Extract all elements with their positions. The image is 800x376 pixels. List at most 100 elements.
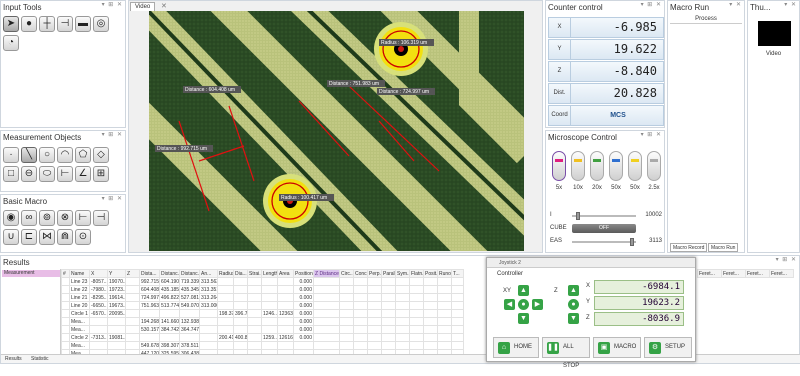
- macro-span-icon[interactable]: ⊢: [75, 210, 91, 226]
- table-row[interactable]: Mea... 194.268 141.660 132.938 0.000: [61, 317, 464, 326]
- arrow-left-button[interactable]: ◀: [504, 299, 515, 310]
- column-header[interactable]: Feret...: [697, 269, 722, 278]
- sidebar-item-measurement[interactable]: Measurement: [2, 270, 60, 277]
- setup-button[interactable]: ⚙ SETUP: [644, 337, 692, 358]
- z-down-button[interactable]: ▼: [568, 313, 579, 324]
- column-header[interactable]: Position: [293, 269, 314, 278]
- minus-icon[interactable]: ▬: [75, 16, 91, 32]
- tab-video[interactable]: Video: [130, 2, 156, 11]
- rectangle-icon[interactable]: □: [3, 166, 19, 182]
- column-header[interactable]: Z: [125, 269, 140, 278]
- column-header[interactable]: Area: [277, 269, 294, 278]
- cross-box-icon[interactable]: ⊞: [93, 166, 109, 182]
- column-header[interactable]: Strai...: [247, 269, 262, 278]
- focus-target-icon[interactable]: ◎: [93, 16, 109, 32]
- distance-h-icon[interactable]: ⊢: [57, 166, 73, 182]
- close-icon[interactable]: ✕: [161, 2, 167, 10]
- column-header[interactable]: Radius: [217, 269, 234, 278]
- select-cursor-icon[interactable]: ➤: [3, 16, 19, 32]
- macro-u-icon[interactable]: ∪: [3, 229, 19, 245]
- table-row[interactable]: Line 22 -7980... 19723... 604.408 435.185 435…: [61, 285, 464, 294]
- panel-controls[interactable]: ▾ ⊞ ✕: [641, 1, 662, 8]
- cube-off-button[interactable]: OFF: [572, 224, 636, 233]
- column-header[interactable]: Conc...: [353, 269, 368, 278]
- microscope-video-feed[interactable]: Radius : 106.319 um Radius : 100.417 um …: [149, 11, 524, 251]
- lens-50x-b[interactable]: [628, 151, 642, 181]
- tab-macro-run[interactable]: Macro Run: [708, 243, 739, 252]
- column-header[interactable]: Flatn...: [409, 269, 424, 278]
- macro-circle-icon[interactable]: ◉: [3, 210, 19, 226]
- ellipse-icon[interactable]: ⬭: [39, 166, 55, 182]
- z-center-button[interactable]: ●: [568, 299, 579, 310]
- panel-controls[interactable]: ▾ ⊞ ✕: [776, 256, 797, 263]
- z-up-button[interactable]: ▲: [568, 285, 579, 296]
- table-row[interactable]: Mea... 530.157 384.742 364.747 0.000: [61, 325, 464, 334]
- macro-merge-icon[interactable]: ⋈: [39, 229, 55, 245]
- arrow-down-button[interactable]: ▼: [518, 313, 529, 324]
- table-row[interactable]: Circle 1-6570...20095... 198.379396.758 12…: [61, 309, 464, 318]
- macro-chain-icon[interactable]: ⊗: [57, 210, 73, 226]
- column-header[interactable]: Feret...: [769, 269, 794, 278]
- macro-join-icon[interactable]: ⋒: [57, 229, 73, 245]
- edge-line-icon[interactable]: ⊣: [57, 16, 73, 32]
- macro-link-icon[interactable]: ∞: [21, 210, 37, 226]
- slider-thumb[interactable]: [576, 212, 580, 220]
- tab-statistic[interactable]: Statistic: [29, 355, 51, 364]
- column-header[interactable]: Name: [69, 269, 90, 278]
- column-header[interactable]: Sym...: [395, 269, 410, 278]
- column-header[interactable]: Distanc...: [179, 269, 200, 278]
- column-header[interactable]: X: [89, 269, 108, 278]
- xy-center-button[interactable]: ●: [518, 299, 529, 310]
- lens-20x[interactable]: [590, 151, 604, 181]
- tab-macro-record[interactable]: Macro Record: [670, 243, 708, 252]
- eas-slider[interactable]: [572, 238, 636, 246]
- macro-ring-icon[interactable]: ⊚: [39, 210, 55, 226]
- table-row[interactable]: Circle 2-7313...19081.... 200.412400.825 1…: [61, 333, 464, 342]
- arrow-up-button[interactable]: ▲: [518, 285, 529, 296]
- gauge-icon[interactable]: ◔: [3, 35, 19, 51]
- table-row[interactable]: Line 21 -8295... 19614... 724.997 496.822 527…: [61, 293, 464, 302]
- column-header[interactable]: Feret...: [745, 269, 770, 278]
- slot-icon[interactable]: ⊖: [21, 166, 37, 182]
- macro-bracket-icon[interactable]: ⊏: [21, 229, 37, 245]
- snap-point-icon[interactable]: ●: [21, 16, 37, 32]
- tab-results[interactable]: Results: [3, 355, 24, 364]
- results-table[interactable]: #NameXYZDista...Distanc...Distanc...An..…: [61, 269, 464, 358]
- all-stop-button[interactable]: ❚❚ ALL STOP: [542, 337, 590, 369]
- panel-controls[interactable]: ▾ ✕: [784, 1, 797, 8]
- coord-system-value[interactable]: MCS: [573, 106, 663, 125]
- column-header[interactable]: Feret...: [721, 269, 746, 278]
- video-thumbnail[interactable]: [758, 21, 791, 46]
- lens-50x-a[interactable]: [609, 151, 623, 181]
- column-header[interactable]: Posit...: [423, 269, 438, 278]
- column-header[interactable]: Distanc...: [159, 269, 180, 278]
- column-header[interactable]: Dista...: [139, 269, 160, 278]
- lens-2.5x[interactable]: [647, 151, 661, 181]
- arc-icon[interactable]: ◠: [57, 147, 73, 163]
- table-row[interactable]: Line 23 -8057... 19070... 992.715 604.190 719…: [61, 277, 464, 286]
- column-header[interactable]: #: [61, 269, 70, 278]
- panel-controls[interactable]: ▾ ⊞ ✕: [102, 1, 123, 8]
- column-header[interactable]: Runout: [437, 269, 452, 278]
- panel-controls[interactable]: ▾ ✕: [729, 1, 742, 8]
- home-button[interactable]: ⌂ HOME: [493, 337, 539, 358]
- column-header[interactable]: An...: [199, 269, 218, 278]
- arrow-right-button[interactable]: ▶: [532, 299, 543, 310]
- counter-coord-row[interactable]: Coord MCS: [548, 105, 664, 126]
- point-icon[interactable]: ·: [3, 147, 19, 163]
- column-header[interactable]: Parall...: [381, 269, 396, 278]
- macro-dual-icon[interactable]: ⊙: [75, 229, 91, 245]
- column-header[interactable]: Perp...: [367, 269, 382, 278]
- column-header[interactable]: Circ...: [339, 269, 354, 278]
- table-row[interactable]: Line 20 -6650... 19673... 751.963 513.774 549…: [61, 301, 464, 310]
- polygon-icon[interactable]: ⬠: [75, 147, 91, 163]
- angle-icon[interactable]: ∠: [75, 166, 91, 182]
- lens-5x[interactable]: [552, 151, 566, 181]
- column-header[interactable]: Z Distance: [313, 269, 340, 278]
- macro-button[interactable]: ▣ MACRO: [593, 337, 641, 358]
- column-header[interactable]: Length: [261, 269, 278, 278]
- lens-10x[interactable]: [571, 151, 585, 181]
- slider-thumb[interactable]: [630, 238, 634, 246]
- panel-controls[interactable]: ▾ ⊞ ✕: [102, 131, 123, 138]
- macro-width-icon[interactable]: ⊣: [93, 210, 109, 226]
